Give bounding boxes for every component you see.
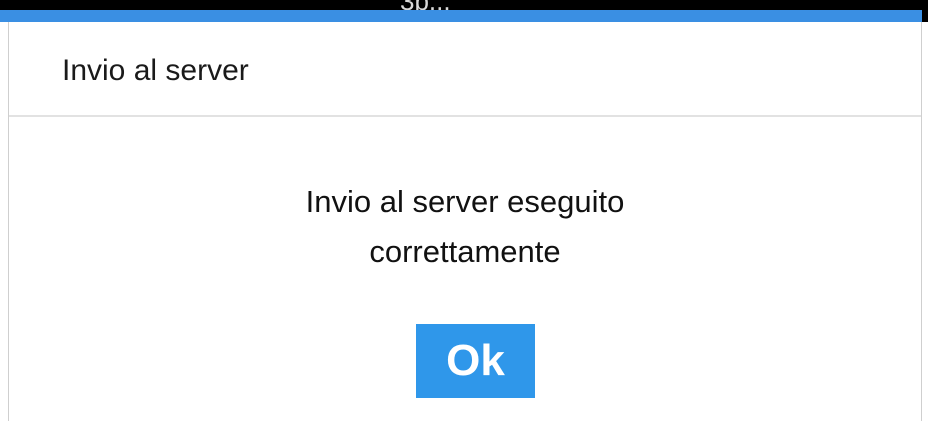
top-bar-accent-line [0, 10, 922, 22]
dialog-message-line-1: Invio al server eseguito [305, 184, 625, 219]
dialog-message-line-2: correttamente [369, 234, 561, 269]
dialog-header: Invio al server [9, 22, 921, 117]
ok-button[interactable]: Ok [416, 324, 535, 398]
screen: 3p... Invio al server Invio al server es… [0, 0, 928, 421]
alert-dialog: Invio al server Invio al server eseguito… [8, 22, 922, 421]
dialog-message: Invio al server eseguito correttamente [9, 177, 921, 277]
app-top-bar: 3p... [0, 0, 928, 22]
dialog-title: Invio al server [62, 54, 249, 87]
